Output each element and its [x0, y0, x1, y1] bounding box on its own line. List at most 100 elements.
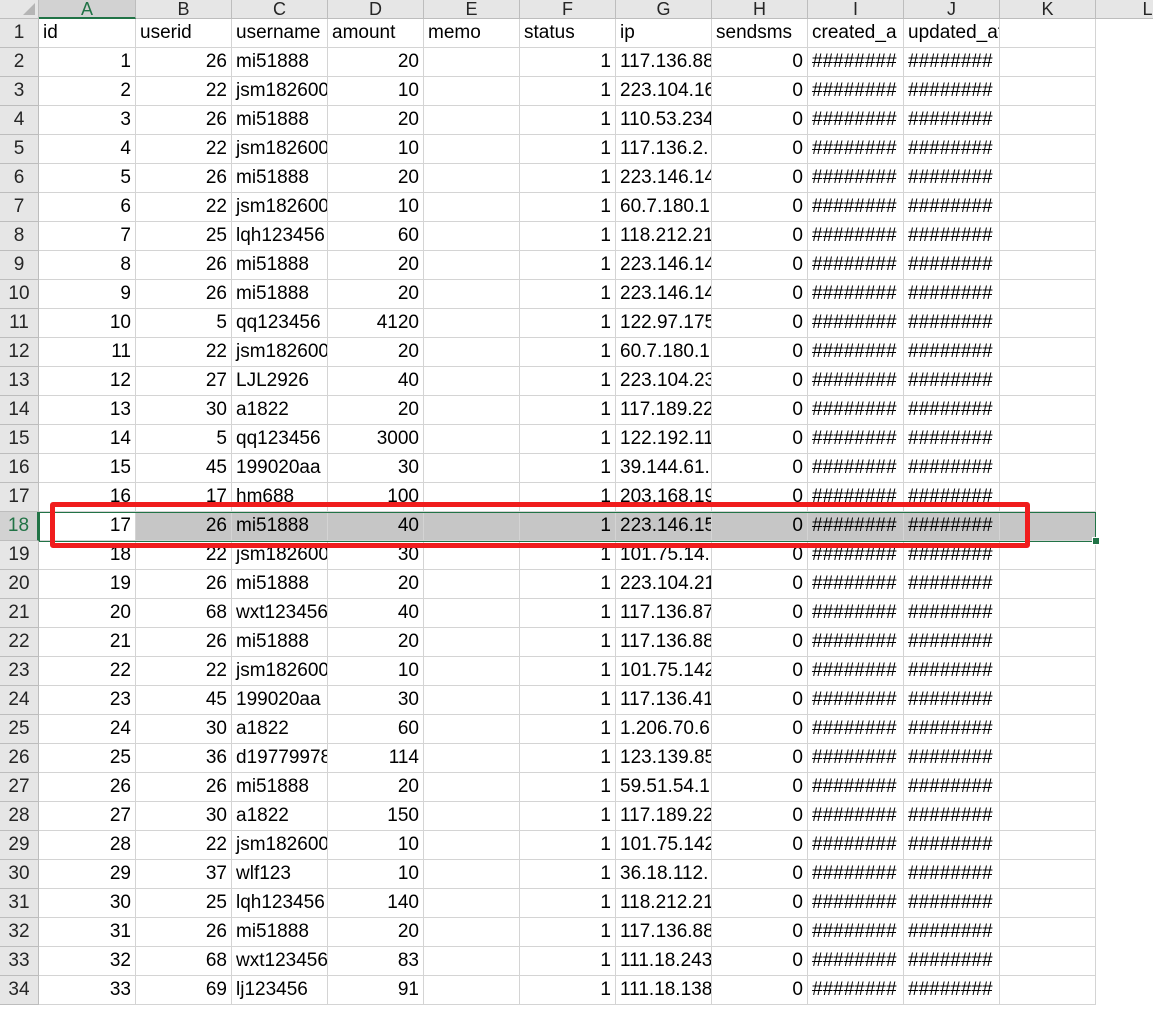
table-cell[interactable]: 117.136.87 [616, 599, 712, 628]
table-cell[interactable]: ######## [808, 309, 904, 338]
row-header-28[interactable]: 28 [0, 802, 39, 831]
table-cell[interactable]: 20 [328, 48, 424, 77]
table-cell[interactable]: 68 [136, 947, 232, 976]
table-cell[interactable]: 18 [39, 541, 136, 570]
table-cell[interactable] [1000, 744, 1096, 773]
table-cell[interactable]: 10 [328, 860, 424, 889]
table-cell[interactable] [424, 802, 520, 831]
table-cell[interactable]: 20 [328, 570, 424, 599]
table-cell[interactable]: ######## [904, 570, 1000, 599]
table-cell[interactable]: 10 [328, 193, 424, 222]
table-cell[interactable]: 16 [39, 483, 136, 512]
table-cell[interactable]: 60.7.180.1 [616, 338, 712, 367]
row-header-9[interactable]: 9 [0, 251, 39, 280]
table-cell[interactable] [424, 135, 520, 164]
table-cell[interactable]: 26 [136, 251, 232, 280]
table-cell[interactable]: d19779978 [232, 744, 328, 773]
table-cell[interactable]: 20 [328, 280, 424, 309]
table-cell[interactable]: 1 [520, 744, 616, 773]
table-cell[interactable]: a1822 [232, 715, 328, 744]
table-cell[interactable]: ######## [904, 918, 1000, 947]
table-cell[interactable] [424, 744, 520, 773]
table-cell[interactable]: 20 [328, 773, 424, 802]
select-all-button[interactable] [0, 0, 39, 19]
table-cell[interactable]: ######## [808, 860, 904, 889]
row-header-27[interactable]: 27 [0, 773, 39, 802]
table-cell[interactable]: 223.146.14 [616, 164, 712, 193]
table-cell[interactable]: ######## [904, 860, 1000, 889]
table-cell[interactable] [424, 454, 520, 483]
table-cell[interactable] [424, 628, 520, 657]
table-cell[interactable]: 1 [39, 48, 136, 77]
table-cell[interactable]: a1822 [232, 396, 328, 425]
table-cell[interactable]: ######## [904, 454, 1000, 483]
table-cell[interactable]: 40 [328, 599, 424, 628]
table-cell[interactable]: 223.104.23 [616, 367, 712, 396]
column-header-a[interactable]: A [39, 0, 136, 19]
table-cell[interactable]: ######## [808, 628, 904, 657]
table-cell[interactable] [424, 48, 520, 77]
table-cell[interactable] [1000, 715, 1096, 744]
table-cell[interactable]: lqh123456 [232, 889, 328, 918]
table-cell[interactable]: 37 [136, 860, 232, 889]
table-cell[interactable]: 101.75.142 [616, 831, 712, 860]
table-cell[interactable]: a1822 [232, 802, 328, 831]
table-cell[interactable]: 27 [39, 802, 136, 831]
table-cell[interactable]: 1 [520, 918, 616, 947]
header-cell[interactable]: status [520, 19, 616, 48]
table-cell[interactable]: ######## [808, 889, 904, 918]
table-cell[interactable]: 0 [712, 715, 808, 744]
table-cell[interactable]: jsm182600 [232, 657, 328, 686]
row-header-34[interactable]: 34 [0, 976, 39, 1005]
header-cell[interactable] [1000, 19, 1096, 48]
table-cell[interactable] [1000, 976, 1096, 1005]
table-cell[interactable]: 20 [39, 599, 136, 628]
table-cell[interactable] [424, 251, 520, 280]
header-cell[interactable]: userid [136, 19, 232, 48]
table-cell[interactable]: ######## [904, 425, 1000, 454]
table-cell[interactable]: 0 [712, 222, 808, 251]
table-cell[interactable]: ######## [808, 338, 904, 367]
table-cell[interactable]: 117.136.41 [616, 686, 712, 715]
table-cell[interactable]: mi51888 [232, 48, 328, 77]
row-header-10[interactable]: 10 [0, 280, 39, 309]
table-cell[interactable]: 1 [520, 454, 616, 483]
table-cell[interactable]: ######## [808, 77, 904, 106]
table-cell[interactable]: ######## [808, 396, 904, 425]
table-cell[interactable] [424, 715, 520, 744]
table-cell[interactable]: ######## [808, 802, 904, 831]
table-cell[interactable]: 110.53.234 [616, 106, 712, 135]
table-cell[interactable] [1000, 338, 1096, 367]
table-cell[interactable]: ######## [808, 541, 904, 570]
table-cell[interactable] [1000, 889, 1096, 918]
column-header-l[interactable]: L [1096, 0, 1153, 19]
table-cell[interactable]: 118.212.21 [616, 889, 712, 918]
table-cell[interactable]: mi51888 [232, 164, 328, 193]
table-cell[interactable]: 1 [520, 251, 616, 280]
table-cell[interactable]: ######## [808, 918, 904, 947]
table-cell[interactable]: 0 [712, 77, 808, 106]
table-cell[interactable]: 1 [520, 396, 616, 425]
table-cell[interactable]: 25 [136, 222, 232, 251]
table-cell[interactable]: ######## [904, 947, 1000, 976]
table-cell[interactable]: 122.192.11 [616, 425, 712, 454]
row-header-31[interactable]: 31 [0, 889, 39, 918]
table-cell[interactable] [424, 367, 520, 396]
table-cell[interactable]: ######## [808, 367, 904, 396]
table-cell[interactable]: ######## [904, 483, 1000, 512]
table-cell[interactable]: mi51888 [232, 512, 328, 541]
table-cell[interactable]: jsm182600 [232, 193, 328, 222]
table-cell[interactable]: 25 [136, 889, 232, 918]
table-cell[interactable]: ######## [808, 570, 904, 599]
row-header-6[interactable]: 6 [0, 164, 39, 193]
table-cell[interactable]: 25 [39, 744, 136, 773]
column-header-j[interactable]: J [904, 0, 1000, 19]
header-cell[interactable]: ip [616, 19, 712, 48]
table-cell[interactable] [424, 541, 520, 570]
table-cell[interactable]: 24 [39, 715, 136, 744]
table-cell[interactable]: ######## [904, 657, 1000, 686]
column-header-f[interactable]: F [520, 0, 616, 19]
table-cell[interactable]: 4 [39, 135, 136, 164]
table-cell[interactable]: 1 [520, 947, 616, 976]
table-cell[interactable]: 10 [328, 135, 424, 164]
